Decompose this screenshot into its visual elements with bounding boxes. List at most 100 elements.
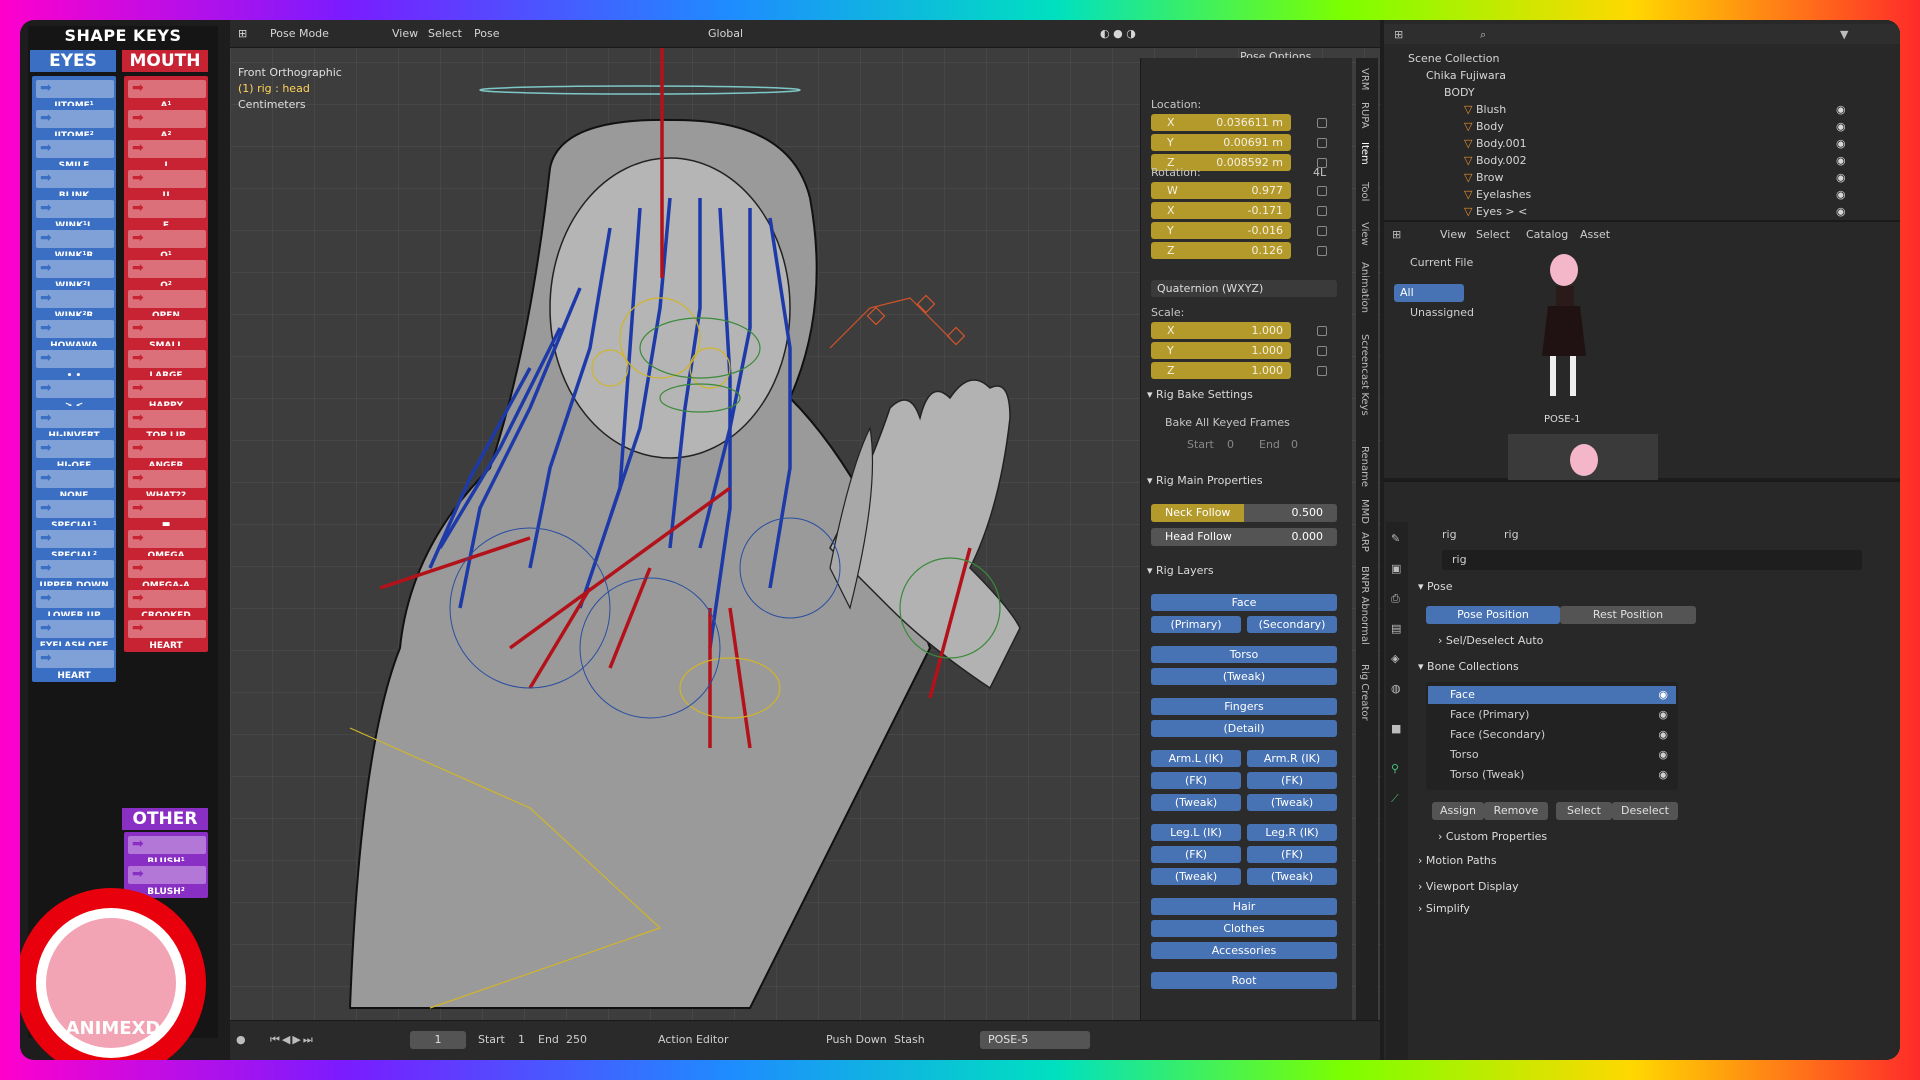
scl-x-field[interactable]: X 1.000 <box>1151 322 1291 339</box>
deselect-button[interactable]: Deselect <box>1612 802 1678 820</box>
eye-icon[interactable]: ◉ <box>1836 203 1846 220</box>
n-panel-tab-9[interactable]: ARP <box>1359 532 1370 552</box>
n-panel-tab-10[interactable]: BNPR Abnormal <box>1359 566 1370 645</box>
start-value[interactable]: 1 <box>518 1033 525 1046</box>
bake-all-checkbox[interactable]: Bake All Keyed Frames <box>1165 416 1290 429</box>
eye-icon[interactable]: ◉ <box>1836 118 1846 135</box>
layer-clothes-button[interactable]: Clothes <box>1151 920 1337 937</box>
layer-fingers-button[interactable]: Fingers <box>1151 698 1337 715</box>
lock-icon[interactable] <box>1317 246 1327 256</box>
eye-icon[interactable]: ◉ <box>1658 746 1668 764</box>
rot-x-field[interactable]: X -0.171 <box>1151 202 1291 219</box>
view-layer-tab-icon[interactable]: ▤ <box>1391 622 1401 635</box>
layer-face-primary-button[interactable]: (Primary) <box>1151 616 1241 633</box>
n-panel-tab-6[interactable]: Screencast Keys <box>1359 334 1370 416</box>
n-panel-tab-1[interactable]: RUPA <box>1359 102 1370 129</box>
push-down-button[interactable]: Push Down <box>826 1033 887 1046</box>
rest-position-button[interactable]: Rest Position <box>1560 606 1696 624</box>
eye-icon[interactable]: ◉ <box>1658 686 1668 704</box>
rig-layers-header[interactable]: ▾ Rig Layers <box>1147 564 1214 577</box>
render-tab-icon[interactable]: ▣ <box>1391 562 1401 575</box>
layer-leg-r-fk-button[interactable]: (FK) <box>1247 846 1337 863</box>
bone-collection-row[interactable]: Torso ◉ <box>1428 746 1676 764</box>
eye-icon[interactable]: ◉ <box>1836 169 1846 186</box>
pose-2-thumbnail[interactable] <box>1508 434 1658 480</box>
eye-icon[interactable]: ◉ <box>1658 706 1668 724</box>
layer-arm-r-ik-button[interactable]: Arm.R (IK) <box>1247 750 1337 767</box>
layer-leg-l-ik-button[interactable]: Leg.L (IK) <box>1151 824 1241 841</box>
lock-icon[interactable] <box>1317 346 1327 356</box>
n-panel-tab-3[interactable]: Tool <box>1359 182 1370 201</box>
outliner-body[interactable]: BODY <box>1384 84 1900 101</box>
editor-mode-dropdown[interactable]: Action Editor <box>658 1033 729 1046</box>
n-panel-tab-7[interactable]: Rename <box>1359 446 1370 487</box>
n-panel-tab-8[interactable]: MMD <box>1359 499 1370 524</box>
viewport-shading-icon[interactable]: ◐ ● ◑ <box>1100 25 1136 43</box>
pose-1-thumbnail[interactable] <box>1508 246 1618 410</box>
assign-button[interactable]: Assign <box>1432 802 1484 820</box>
world-tab-icon[interactable]: ◍ <box>1391 682 1401 695</box>
n-panel-tab-11[interactable]: Rig Creator <box>1359 664 1370 721</box>
menu-select[interactable]: Select <box>428 25 462 43</box>
pose-panel-header[interactable]: ▾ Pose <box>1418 580 1453 593</box>
bone-collection-row[interactable]: Face (Secondary) ◉ <box>1428 726 1676 744</box>
layer-leg-l-tweak-button[interactable]: (Tweak) <box>1151 868 1241 885</box>
record-icon[interactable]: ● <box>236 1033 246 1046</box>
sel-deselect-auto-header[interactable]: › Sel/Deselect Auto <box>1438 634 1543 647</box>
breadcrumb-data[interactable]: rig <box>1504 528 1519 541</box>
bone-collection-row[interactable]: Torso (Tweak) ◉ <box>1428 766 1676 784</box>
layer-arm-l-fk-button[interactable]: (FK) <box>1151 772 1241 789</box>
layer-arm-r-tweak-button[interactable]: (Tweak) <box>1247 794 1337 811</box>
bone-collections-header[interactable]: ▾ Bone Collections <box>1418 660 1519 673</box>
lock-icon[interactable] <box>1317 186 1327 196</box>
orientation-dropdown[interactable]: Global <box>708 25 743 43</box>
n-panel-tab-4[interactable]: View <box>1359 222 1370 246</box>
remove-button[interactable]: Remove <box>1484 802 1548 820</box>
lock-icon[interactable] <box>1317 118 1327 128</box>
eye-icon[interactable]: ◉ <box>1658 766 1668 784</box>
select-button[interactable]: Select <box>1556 802 1612 820</box>
layer-accessories-button[interactable]: Accessories <box>1151 942 1337 959</box>
asset-menu-select[interactable]: Select <box>1476 228 1510 241</box>
stash-button[interactable]: Stash <box>894 1033 925 1046</box>
outliner-item[interactable]: ▽ Eyes > < ◉ <box>1384 203 1900 220</box>
layer-face-secondary-button[interactable]: (Secondary) <box>1247 616 1337 633</box>
editor-type-icon[interactable]: ⊞ <box>1392 228 1401 241</box>
outliner-collection[interactable]: Chika Fujiwara <box>1384 67 1900 84</box>
armature-name-field[interactable]: rig <box>1442 550 1862 570</box>
asset-menu-catalog[interactable]: Catalog <box>1526 228 1568 241</box>
layer-torso-tweak-button[interactable]: (Tweak) <box>1151 668 1337 685</box>
outliner-item[interactable]: ▽ Blush ◉ <box>1384 101 1900 118</box>
n-panel-tab-2[interactable]: Item <box>1359 142 1370 165</box>
neck-follow-slider[interactable]: Neck Follow 0.500 <box>1151 504 1337 522</box>
shape-key-mouth-18[interactable]: ➡ HEART <box>124 616 208 652</box>
eye-icon[interactable]: ◉ <box>1836 135 1846 152</box>
loc-y-field[interactable]: Y 0.00691 m <box>1151 134 1291 151</box>
simplify-header[interactable]: › Simplify <box>1418 902 1470 915</box>
armature-tab-icon[interactable]: ⚲ <box>1391 762 1399 775</box>
scl-y-field[interactable]: Y 1.000 <box>1151 342 1291 359</box>
lock-icon[interactable] <box>1317 206 1327 216</box>
eye-icon[interactable]: ◉ <box>1836 186 1846 203</box>
layer-arm-l-tweak-button[interactable]: (Tweak) <box>1151 794 1241 811</box>
n-panel-tab-5[interactable]: Animation <box>1359 262 1370 313</box>
eye-icon[interactable]: ◉ <box>1836 152 1846 169</box>
layer-leg-r-tweak-button[interactable]: (Tweak) <box>1247 868 1337 885</box>
filter-icon[interactable]: ▼ <box>1840 26 1848 43</box>
catalog-unassigned[interactable]: Unassigned <box>1410 306 1474 319</box>
rot-z-field[interactable]: Z 0.126 <box>1151 242 1291 259</box>
eye-icon[interactable]: ◉ <box>1658 726 1668 744</box>
rot-y-field[interactable]: Y -0.016 <box>1151 222 1291 239</box>
outliner-item[interactable]: ▽ Body.001 ◉ <box>1384 135 1900 152</box>
viewport-display-header[interactable]: › Viewport Display <box>1418 880 1519 893</box>
layer-face-button[interactable]: Face <box>1151 594 1337 611</box>
output-tab-icon[interactable]: ⎙ <box>1391 592 1400 606</box>
rig-bake-settings-header[interactable]: ▾ Rig Bake Settings <box>1147 388 1253 401</box>
bake-start-value[interactable]: 0 <box>1227 438 1234 451</box>
rot-w-field[interactable]: W 0.977 <box>1151 182 1291 199</box>
bake-end-value[interactable]: 0 <box>1291 438 1298 451</box>
custom-properties-header[interactable]: › Custom Properties <box>1438 830 1547 843</box>
layer-hair-button[interactable]: Hair <box>1151 898 1337 915</box>
motion-paths-header[interactable]: › Motion Paths <box>1418 854 1497 867</box>
menu-pose[interactable]: Pose <box>474 25 499 43</box>
